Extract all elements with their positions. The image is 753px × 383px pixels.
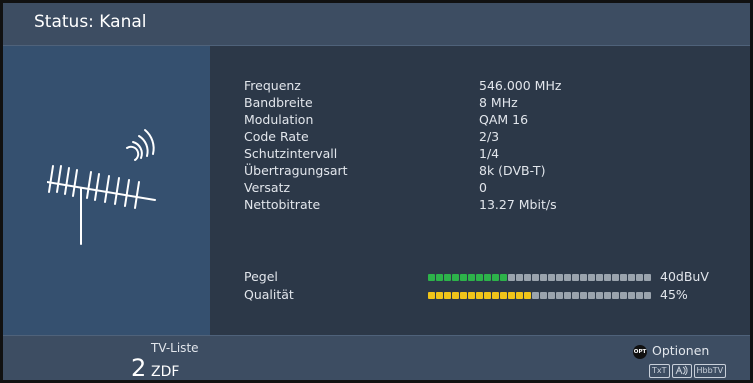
meter-segment [436, 274, 443, 281]
meter-segment [620, 274, 627, 281]
tv-list-label: TV-Liste [151, 341, 199, 355]
meter-segment [484, 292, 491, 299]
meter-segment [436, 292, 443, 299]
meter-segment [460, 292, 467, 299]
meter-segment [588, 274, 595, 281]
info-label-modulation: Modulation [244, 112, 314, 127]
meter-segment [476, 292, 483, 299]
status-screen: Status: Kanal Frequenz 546.000 MHz Bandb… [0, 0, 753, 383]
info-label-frequenz: Frequenz [244, 78, 301, 93]
meter-segment [596, 274, 603, 281]
info-label-bandbreite: Bandbreite [244, 95, 313, 110]
meter-segment [572, 274, 579, 281]
meter-segment [628, 292, 635, 299]
meter-segment [564, 274, 571, 281]
meter-segment [468, 292, 475, 299]
info-value-frequenz: 546.000 MHz [479, 78, 562, 93]
meter-segment [492, 292, 499, 299]
meter-segment [604, 292, 611, 299]
channel-info-panel: Frequenz 546.000 MHz Bandbreite 8 MHz Mo… [210, 46, 750, 335]
info-value-nettobitrate: 13.27 Mbit/s [479, 197, 557, 212]
info-label-nettobitrate: Nettobitrate [244, 197, 321, 212]
hbbtv-badge: HbbTV [693, 364, 727, 378]
meter-segment [532, 274, 539, 281]
meter-segment [580, 274, 587, 281]
meter-segment [500, 292, 507, 299]
bottom-bar: TV-Liste 2 ZDF OPT Optionen TxT HbbTV [3, 335, 750, 382]
meter-segment [636, 274, 643, 281]
meter-segment [580, 292, 587, 299]
meter-segment [500, 274, 507, 281]
antenna-panel [3, 46, 210, 335]
meter-segment [428, 274, 435, 281]
meter-segment [444, 292, 451, 299]
meter-segment [644, 292, 651, 299]
options-label[interactable]: Optionen [652, 343, 709, 358]
meter-segment [556, 274, 563, 281]
meter-segment [524, 274, 531, 281]
teletext-badge: TxT [649, 364, 670, 378]
meter-segment [604, 274, 611, 281]
meter-segment [508, 274, 515, 281]
meter-segment [516, 292, 523, 299]
meter-segment [572, 292, 579, 299]
pegel-meter [428, 274, 651, 281]
meter-segment [548, 274, 555, 281]
audio-description-icon [671, 364, 692, 378]
info-label-schutzintervall: Schutzintervall [244, 146, 338, 161]
meter-segment [428, 292, 435, 299]
meter-segment [516, 274, 523, 281]
meter-segment [540, 292, 547, 299]
meter-segment [628, 274, 635, 281]
channel-name: ZDF [151, 364, 180, 380]
meter-segment [636, 292, 643, 299]
meter-segment [524, 292, 531, 299]
meter-segment [508, 292, 515, 299]
meter-segment [612, 292, 619, 299]
meter-label-qualitaet: Qualität [244, 287, 294, 302]
meter-segment [468, 274, 475, 281]
meter-segment [460, 274, 467, 281]
meter-segment [620, 292, 627, 299]
meter-segment [612, 274, 619, 281]
page-title: Status: Kanal [34, 12, 147, 32]
antenna-signal-icon [47, 129, 156, 245]
meter-segment [444, 274, 451, 281]
channel-number: 2 [131, 354, 147, 382]
meter-segment [452, 274, 459, 281]
meter-segment [492, 274, 499, 281]
info-value-modulation: QAM 16 [479, 112, 529, 127]
meter-value-qualitaet: 45% [660, 287, 688, 302]
meter-segment [476, 274, 483, 281]
opt-button-icon[interactable]: OPT [633, 345, 647, 359]
meter-segment [540, 274, 547, 281]
service-badges: TxT HbbTV [649, 364, 727, 378]
meter-label-pegel: Pegel [244, 269, 278, 284]
meter-segment [484, 274, 491, 281]
info-value-code-rate: 2/3 [479, 129, 500, 144]
audio-description-glyph-icon [675, 365, 687, 376]
info-value-versatz: 0 [479, 180, 487, 195]
meter-segment [644, 274, 651, 281]
meter-segment [548, 292, 555, 299]
info-label-versatz: Versatz [244, 180, 291, 195]
info-label-uebertragungsart: Übertragungsart [244, 163, 348, 178]
title-bar: Status: Kanal [3, 3, 750, 46]
meter-segment [532, 292, 539, 299]
info-value-bandbreite: 8 MHz [479, 95, 518, 110]
info-value-schutzintervall: 1/4 [479, 146, 500, 161]
meter-segment [596, 292, 603, 299]
meter-segment [556, 292, 563, 299]
meter-value-pegel: 40dBuV [660, 269, 709, 284]
info-label-code-rate: Code Rate [244, 129, 309, 144]
meter-segment [564, 292, 571, 299]
info-value-uebertragungsart: 8k (DVB-T) [479, 163, 546, 178]
qualitaet-meter [428, 292, 651, 299]
meter-segment [588, 292, 595, 299]
meter-segment [452, 292, 459, 299]
